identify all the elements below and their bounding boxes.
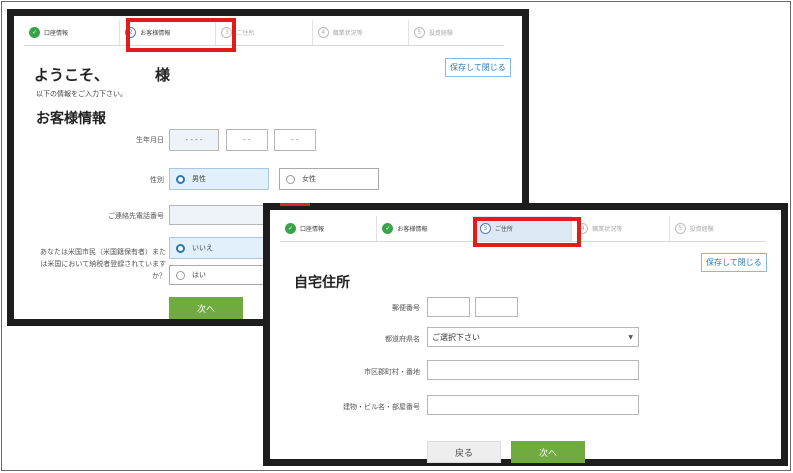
- step-number-icon: 5: [413, 27, 425, 38]
- step-label: 職業状況等: [332, 30, 363, 37]
- radio-icon: [176, 243, 185, 253]
- radio-label: いいえ: [192, 244, 213, 252]
- step-label: お客様情報: [397, 226, 428, 233]
- honorific: 様: [155, 66, 171, 84]
- step-label: 口座情報: [300, 226, 325, 233]
- prefecture-value: ご選択下さい: [432, 332, 480, 342]
- city-label: 市区郡町村・番地: [364, 368, 420, 376]
- radio-label: 女性: [302, 175, 316, 183]
- step-account-info[interactable]: ✓ 口座情報: [24, 20, 121, 45]
- check-icon: ✓: [285, 223, 296, 234]
- us-citizen-no-radio[interactable]: いいえ: [169, 237, 269, 259]
- prefecture-select[interactable]: ご選択下さい ▼: [427, 327, 639, 347]
- step-number-icon: 4: [577, 223, 589, 234]
- step-number-icon: 4: [317, 27, 329, 38]
- step-label: お客様情報: [140, 30, 171, 37]
- step-investment-experience[interactable]: 5 投資経験: [409, 20, 504, 45]
- step-number-icon: 3: [221, 27, 233, 38]
- step-label: ご住所: [494, 226, 513, 233]
- scrollbar-stub: [280, 203, 310, 206]
- step-label: 口座情報: [44, 30, 69, 37]
- step-label: ご住所: [236, 30, 255, 37]
- step-label: 職業状況等: [592, 226, 623, 233]
- step-address[interactable]: 3 ご住所: [216, 20, 313, 45]
- check-icon: ✓: [382, 223, 394, 234]
- back-button[interactable]: 戻る: [427, 441, 501, 463]
- radio-icon: [286, 174, 295, 184]
- us-citizen-yes-radio[interactable]: はい: [169, 265, 269, 285]
- postal-code-first-input[interactable]: [427, 297, 470, 317]
- progress-stepper: ✓ 口座情報 ✓ お客様情報 3 ご住所 4 職業状況等 5 投資経験: [280, 216, 766, 242]
- building-label: 建物・ビル名・部屋番号: [343, 403, 420, 411]
- section-title: お客様情報: [36, 111, 106, 127]
- step-customer-info[interactable]: ✓ お客様情報: [377, 216, 475, 241]
- step-account-info[interactable]: ✓ 口座情報: [280, 216, 378, 241]
- postal-code-second-input[interactable]: [475, 297, 518, 317]
- progress-stepper: ✓ 口座情報 2 お客様情報 3 ご住所 4 職業状況等 5 投資経験: [24, 20, 504, 46]
- next-button[interactable]: 次へ: [511, 441, 585, 463]
- step-number-icon: 5: [674, 223, 686, 234]
- prefecture-label: 都道府県名: [385, 335, 420, 343]
- step-occupation[interactable]: 4 職業状況等: [572, 216, 670, 241]
- building-input[interactable]: [427, 395, 639, 415]
- radio-label: はい: [192, 271, 206, 279]
- dropdown-arrow-icon: ▼: [628, 334, 633, 341]
- home-address-window: ✓ 口座情報 ✓ お客様情報 3 ご住所 4 職業状況等 5 投資経験 保存して…: [263, 203, 788, 466]
- step-investment-experience[interactable]: 5 投資経験: [670, 216, 766, 241]
- postal-code-label: 郵便番号: [392, 304, 420, 312]
- radio-label: 男性: [192, 175, 206, 183]
- gender-male-radio[interactable]: 男性: [169, 168, 269, 190]
- save-close-button[interactable]: 保存して閉じる: [445, 58, 511, 77]
- radio-icon: [176, 270, 185, 280]
- us-citizen-question: あなたは米国市民（米国籍保有者）または米国において納税者登録されていますか？: [40, 248, 166, 280]
- step-number-icon: 3: [479, 223, 491, 234]
- section-title: 自宅住所: [294, 275, 350, 291]
- instruction-text: 以下の情報をご入力下さい。: [36, 90, 127, 98]
- birth-day-select[interactable]: - -: [274, 129, 316, 151]
- step-label: 投資経験: [428, 30, 453, 37]
- gender-female-radio[interactable]: 女性: [279, 168, 379, 190]
- step-customer-info[interactable]: 2 お客様情報: [120, 20, 217, 45]
- gender-label: 性別: [150, 176, 164, 184]
- check-icon: ✓: [29, 27, 40, 38]
- radio-icon: [176, 174, 185, 184]
- city-input[interactable]: [427, 360, 639, 380]
- step-address[interactable]: 3 ご住所: [474, 216, 573, 241]
- step-occupation[interactable]: 4 職業状況等: [313, 20, 409, 45]
- next-button[interactable]: 次へ: [169, 297, 243, 319]
- birth-month-select[interactable]: - -: [226, 129, 268, 151]
- welcome-heading: ようこそ、: [34, 66, 110, 84]
- birthdate-label: 生年月日: [136, 136, 164, 144]
- step-number-icon: 2: [125, 27, 137, 38]
- birth-year-select[interactable]: - - - -: [169, 129, 219, 151]
- save-close-button[interactable]: 保存して閉じる: [701, 253, 767, 272]
- phone-label: ご連絡先電話番号: [108, 212, 164, 220]
- step-label: 投資経験: [689, 226, 714, 233]
